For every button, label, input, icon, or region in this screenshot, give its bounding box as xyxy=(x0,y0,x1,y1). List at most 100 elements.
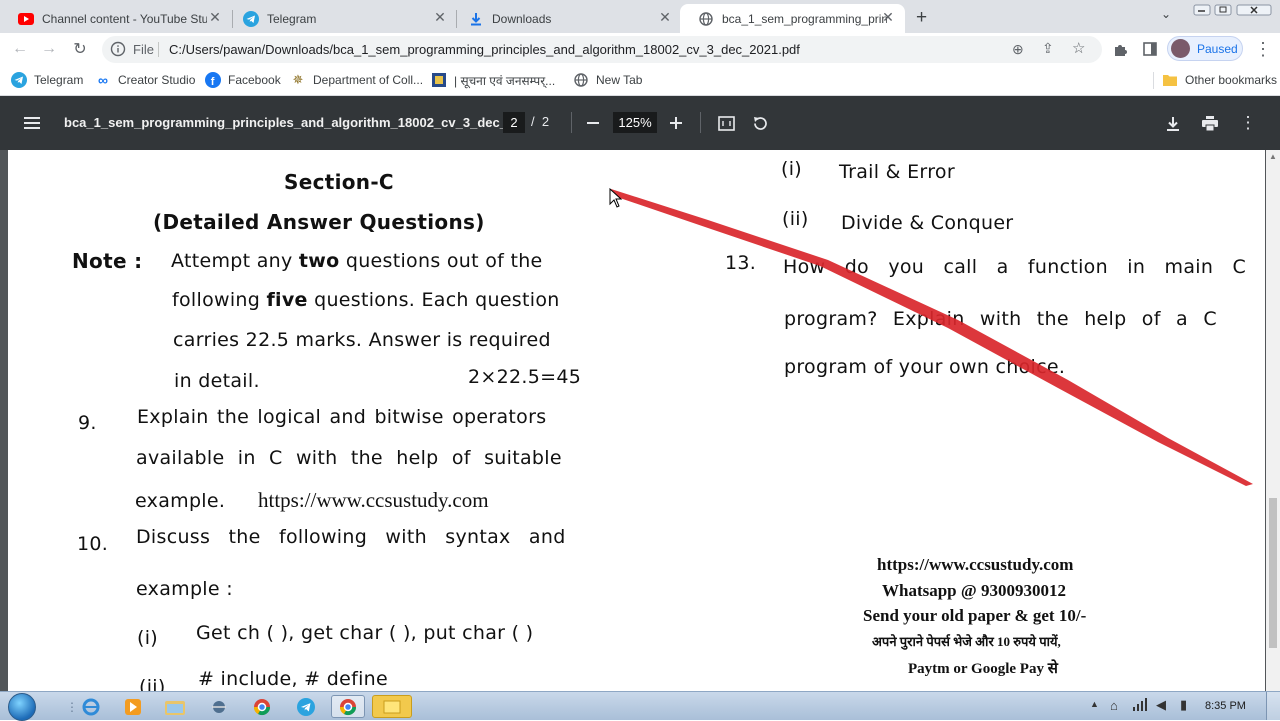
tab-title: Channel content - YouTube Studio xyxy=(42,11,207,26)
taskbar: ⋮ ▲ ⌂ ◀ ▮ 8:35 PM xyxy=(0,691,1280,721)
pdf-title: bca_1_sem_programming_principles_and_alg… xyxy=(64,115,518,130)
zoom-in-button[interactable] xyxy=(664,111,688,135)
avatar xyxy=(1171,39,1190,58)
tab-downloads[interactable]: Downloads ✕ xyxy=(450,4,682,33)
bookmark-label: Facebook xyxy=(228,73,281,87)
bookmark-label: Telegram xyxy=(34,73,84,87)
tab-title: Downloads xyxy=(492,11,552,26)
bookmark-label: Other bookmarks xyxy=(1185,73,1278,87)
tab-title: Telegram xyxy=(267,11,317,26)
battery-icon[interactable]: ▮ xyxy=(1180,697,1187,713)
bookmark-label: New Tab xyxy=(596,73,643,87)
zoom-out-button[interactable] xyxy=(581,111,605,135)
print-icon[interactable] xyxy=(1198,111,1222,135)
bookmark-govt[interactable]: | सूचना एवं जनसम्पर्... xyxy=(431,71,555,89)
page-count: / 2 xyxy=(531,114,549,129)
reload-button[interactable]: ↻ xyxy=(68,37,92,61)
telegram-icon xyxy=(243,10,259,27)
scrollbar[interactable]: ▲ xyxy=(1266,150,1280,691)
rotate-icon[interactable] xyxy=(748,111,772,135)
other-bookmarks-folder[interactable]: Other bookmarks xyxy=(1162,71,1277,89)
menu-kebab-icon[interactable]: ⋮ xyxy=(1251,37,1275,61)
tab-pdf-active[interactable]: bca_1_sem_programming_principles ✕ xyxy=(680,4,905,33)
restore-button[interactable] xyxy=(1214,3,1232,16)
zoom-level-input[interactable]: 125% xyxy=(613,112,657,133)
signal-icon[interactable] xyxy=(1132,698,1148,716)
taskbar-clock[interactable]: 8:35 PM xyxy=(1205,700,1246,712)
more-options-icon[interactable]: ⋮ xyxy=(1236,111,1260,135)
page-number-input[interactable]: 2 xyxy=(503,112,525,133)
bookmark-label: | सूचना एवं जनसम्पर्... xyxy=(454,73,556,88)
globe-icon xyxy=(698,11,714,27)
close-icon[interactable]: ✕ xyxy=(431,9,449,26)
explorer-icon[interactable] xyxy=(158,695,192,718)
bookmark-department[interactable]: ✵ Department of Coll... xyxy=(290,71,424,89)
close-icon[interactable]: ✕ xyxy=(879,9,897,26)
govt-icon xyxy=(431,72,447,88)
pdf-page: Section-C (Detailed Answer Questions) No… xyxy=(8,150,1265,691)
bookmark-facebook[interactable]: f Facebook xyxy=(205,71,281,89)
forward-button[interactable]: → xyxy=(37,37,61,61)
bookmark-telegram[interactable]: Telegram xyxy=(11,71,83,89)
bookmark-creator-studio[interactable]: ∞ Creator Studio xyxy=(95,71,195,89)
profile-status: Paused xyxy=(1197,41,1238,56)
sticky-notes-icon[interactable] xyxy=(372,695,412,718)
tab-telegram[interactable]: Telegram ✕ xyxy=(225,4,457,33)
pdf-toolbar: bca_1_sem_programming_principles_and_alg… xyxy=(0,96,1280,150)
creator-studio-icon: ∞ xyxy=(98,72,108,88)
tab-youtube-studio[interactable]: Channel content - YouTube Studio ✕ xyxy=(0,4,232,33)
info-icon[interactable] xyxy=(110,41,126,57)
bookmark-new-tab[interactable]: New Tab xyxy=(573,71,642,89)
back-button[interactable]: ← xyxy=(8,37,32,61)
tab-search-icon[interactable]: ⌄ xyxy=(1161,7,1171,21)
svg-text:f: f xyxy=(211,76,215,88)
show-desktop-button[interactable] xyxy=(1266,692,1280,720)
scrollbar-thumb[interactable] xyxy=(1269,498,1277,648)
telegram-icon xyxy=(11,72,27,88)
total-pages: 2 xyxy=(541,114,550,129)
tray-expand-icon[interactable]: ▲ xyxy=(1090,699,1099,709)
file-label: File xyxy=(133,42,154,57)
pdf-menu-icon[interactable] xyxy=(20,111,44,135)
folder-icon xyxy=(1162,72,1178,88)
emblem-icon: ✵ xyxy=(292,72,304,87)
new-tab-button[interactable]: + xyxy=(916,7,927,29)
telegram-icon[interactable] xyxy=(289,695,323,718)
download-icon[interactable] xyxy=(1161,111,1185,135)
ie-icon[interactable] xyxy=(74,695,108,718)
download-icon xyxy=(468,11,484,27)
fit-page-icon[interactable] xyxy=(714,111,738,135)
close-icon[interactable]: ✕ xyxy=(656,9,674,26)
share-icon[interactable]: ⇪ xyxy=(1042,40,1054,57)
annotation-stroke xyxy=(611,189,1253,486)
profile-button[interactable]: Paused xyxy=(1167,36,1243,61)
facebook-icon: f xyxy=(205,72,221,88)
globe-icon xyxy=(573,72,589,88)
pdf-viewer[interactable]: Section-C (Detailed Answer Questions) No… xyxy=(0,150,1280,691)
browser-toolbar: ← → ↻ File C:/Users/pawan/Downloads/bca_… xyxy=(0,33,1280,65)
bookmark-label: Creator Studio xyxy=(118,73,196,87)
tray-device-icon[interactable]: ⌂ xyxy=(1110,698,1118,713)
chrome-active-icon[interactable] xyxy=(331,695,365,718)
tab-strip: Channel content - YouTube Studio ✕ Teleg… xyxy=(0,0,1280,33)
mouse-cursor xyxy=(609,188,623,208)
youtube-icon xyxy=(18,11,34,27)
close-icon[interactable]: ✕ xyxy=(206,9,224,26)
close-window-button[interactable] xyxy=(1236,3,1272,16)
bookmarks-bar: Telegram ∞ Creator Studio f Facebook ✵ D… xyxy=(0,65,1280,96)
extensions-icon[interactable] xyxy=(1108,37,1132,61)
bookmark-label: Department of Coll... xyxy=(313,73,424,87)
media-player-icon[interactable] xyxy=(116,695,150,718)
side-panel-icon[interactable] xyxy=(1138,37,1162,61)
zoom-icon[interactable]: ⊕ xyxy=(1012,41,1024,58)
minimize-button[interactable] xyxy=(1193,3,1211,16)
chrome-icon[interactable] xyxy=(245,695,279,718)
tab-title: bca_1_sem_programming_principles xyxy=(722,11,887,26)
address-bar[interactable]: File C:/Users/pawan/Downloads/bca_1_sem_… xyxy=(102,36,1102,63)
volume-icon[interactable]: ◀ xyxy=(1156,697,1166,713)
start-button[interactable] xyxy=(8,693,36,721)
bookmark-star-icon[interactable]: ☆ xyxy=(1072,39,1085,57)
url-text[interactable]: C:/Users/pawan/Downloads/bca_1_sem_progr… xyxy=(169,42,800,57)
network-app-icon[interactable] xyxy=(202,695,236,718)
page-separator: / xyxy=(531,114,535,129)
